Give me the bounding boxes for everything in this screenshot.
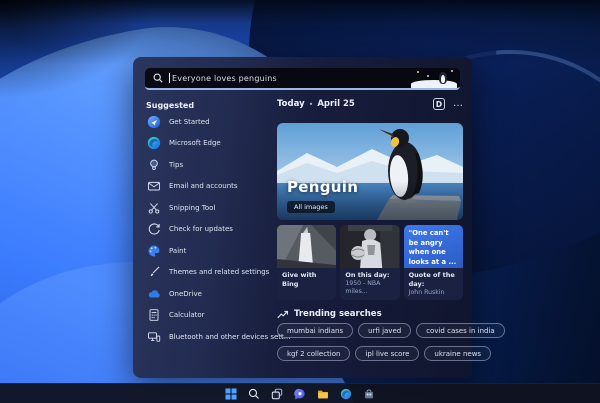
card-caption-subtitle: 1950 - NBA miles...: [345, 279, 381, 295]
suggested-item-check-updates[interactable]: Check for updates: [146, 222, 274, 237]
calculator-icon: [146, 308, 161, 323]
card-caption-title: Quote of the day:: [408, 271, 455, 288]
card-give-with-bing[interactable]: Give with Bing: [277, 225, 337, 300]
trending-searches-header: Trending searches: [277, 309, 382, 319]
card-caption-subtitle: John Ruskin: [408, 288, 445, 296]
suggested-item-calculator[interactable]: Calculator: [146, 308, 274, 323]
trending-pill[interactable]: kgf 2 collection: [277, 346, 351, 361]
bing-content-column: Today • April 25 D … Penguin All images …: [277, 97, 505, 378]
suggested-item-email-accounts[interactable]: Email and accounts: [146, 179, 274, 194]
text-cursor: [169, 73, 170, 83]
trending-pill[interactable]: ipl live score: [355, 346, 420, 361]
trending-pill[interactable]: mumbai indians: [277, 323, 354, 338]
suggested-item-label: Bluetooth and other devices sett...: [169, 332, 291, 341]
task-view-icon: [271, 388, 283, 399]
edge-icon: [340, 388, 352, 399]
suggested-item-label: OneDrive: [169, 289, 202, 298]
penguin-doodle-figure: [439, 72, 447, 84]
taskbar-file-explorer-button[interactable]: [316, 387, 330, 401]
paint-icon: [146, 243, 161, 258]
trending-pill[interactable]: ukraine news: [424, 346, 492, 361]
get-started-icon: [146, 114, 161, 129]
suggested-item-label: Themes and related settings: [169, 268, 270, 276]
card-on-this-day[interactable]: On this day: 1950 - NBA miles...: [340, 225, 400, 300]
suggested-item-label: Check for updates: [169, 225, 233, 233]
today-label: Today: [277, 99, 305, 109]
search-flyout-panel: Everyone loves penguins Suggested Get St…: [133, 57, 505, 378]
windows-start-icon: [225, 387, 237, 400]
trending-icon: [277, 310, 288, 318]
bluetooth-devices-icon: [146, 329, 161, 344]
taskbar-task-view-button[interactable]: [270, 387, 284, 401]
trending-pill[interactable]: covid cases in india: [416, 323, 505, 338]
suggested-list: Get Started Microsoft Edge Tips Email an…: [146, 114, 290, 351]
suggested-item-label: Tips: [169, 160, 184, 169]
suggested-item-microsoft-edge[interactable]: Microsoft Edge: [146, 136, 274, 151]
suggested-heading: Suggested: [146, 101, 195, 110]
onedrive-icon: [146, 286, 161, 301]
suggested-item-label: Paint: [169, 246, 187, 255]
d-badge-button[interactable]: D: [433, 98, 445, 110]
cards-row: Give with Bing On this day: 1950 - NBA m…: [277, 225, 463, 300]
search-icon: [153, 73, 163, 83]
taskbar-edge-button[interactable]: [339, 387, 353, 401]
taskbar-chat-button[interactable]: [293, 387, 307, 401]
suggested-item-label: Calculator: [169, 311, 205, 319]
date-label: April 25: [317, 99, 355, 109]
penguin-doodle: [411, 69, 457, 88]
suggested-item-themes-settings[interactable]: Themes and related settings: [146, 265, 274, 280]
suggested-item-get-started[interactable]: Get Started: [146, 114, 274, 129]
snow-doodle: [411, 80, 457, 88]
card-caption: Give with Bing: [277, 268, 336, 300]
content-header: Today • April 25 D …: [277, 97, 463, 111]
trending-pill-row: kgf 2 collection ipl live score ukraine …: [277, 346, 492, 361]
card-caption-title: Give with Bing: [282, 271, 317, 288]
header-separator: •: [308, 99, 314, 109]
card-caption-title: On this day:: [345, 271, 390, 279]
on-this-day-photo: [340, 225, 400, 268]
search-bar[interactable]: Everyone loves penguins: [145, 68, 460, 90]
star-doodle: [417, 71, 419, 73]
suggested-item-bluetooth-devices[interactable]: Bluetooth and other devices sett...: [146, 329, 290, 344]
card-caption: On this day: 1950 - NBA miles...: [340, 268, 399, 300]
hero-title: Penguin: [287, 178, 359, 196]
search-input[interactable]: Everyone loves penguins: [172, 74, 277, 83]
chat-icon: [294, 388, 305, 400]
quote-text: "One can't be angry when one looks at a …: [408, 229, 457, 266]
card-caption: Quote of the day: John Ruskin: [404, 268, 463, 300]
taskbar-store-button[interactable]: [362, 387, 376, 401]
trending-pill-row: mumbai indians urfi javed covid cases in…: [277, 323, 505, 338]
star-doodle: [427, 75, 429, 77]
suggested-item-tips[interactable]: Tips: [146, 157, 274, 172]
suggested-item-label: Snipping Tool: [169, 203, 216, 212]
suggested-item-label: Microsoft Edge: [169, 139, 221, 147]
snipping-tool-icon: [146, 200, 161, 215]
suggested-item-label: Get Started: [169, 117, 210, 126]
quote-box: "One can't be angry when one looks at a …: [403, 225, 463, 268]
suggested-item-label: Email and accounts: [169, 182, 238, 190]
edge-icon: [146, 136, 161, 151]
suggested-item-paint[interactable]: Paint: [146, 243, 274, 258]
desktop-screen: Everyone loves penguins Suggested Get St…: [0, 0, 600, 403]
give-with-bing-photo: [277, 225, 337, 268]
search-icon: [248, 388, 259, 399]
file-explorer-icon: [318, 390, 328, 398]
more-options-button[interactable]: …: [453, 99, 463, 109]
card-quote-of-the-day[interactable]: "One can't be angry when one looks at a …: [403, 225, 463, 300]
updates-icon: [146, 222, 161, 237]
store-icon: [365, 388, 373, 398]
taskbar-search-button[interactable]: [247, 387, 261, 401]
trending-pill[interactable]: urfi javed: [358, 323, 412, 338]
suggested-item-onedrive[interactable]: OneDrive: [146, 286, 274, 301]
star-doodle: [451, 70, 453, 72]
hero-card-penguin[interactable]: Penguin All images: [277, 123, 463, 220]
taskbar: [0, 383, 600, 403]
tips-icon: [146, 157, 161, 172]
suggested-item-snipping-tool[interactable]: Snipping Tool: [146, 200, 274, 215]
themes-icon: [146, 265, 161, 280]
email-icon: [146, 179, 161, 194]
trending-title: Trending searches: [294, 309, 382, 319]
all-images-button[interactable]: All images: [287, 201, 335, 213]
taskbar-start-button[interactable]: [224, 387, 238, 401]
